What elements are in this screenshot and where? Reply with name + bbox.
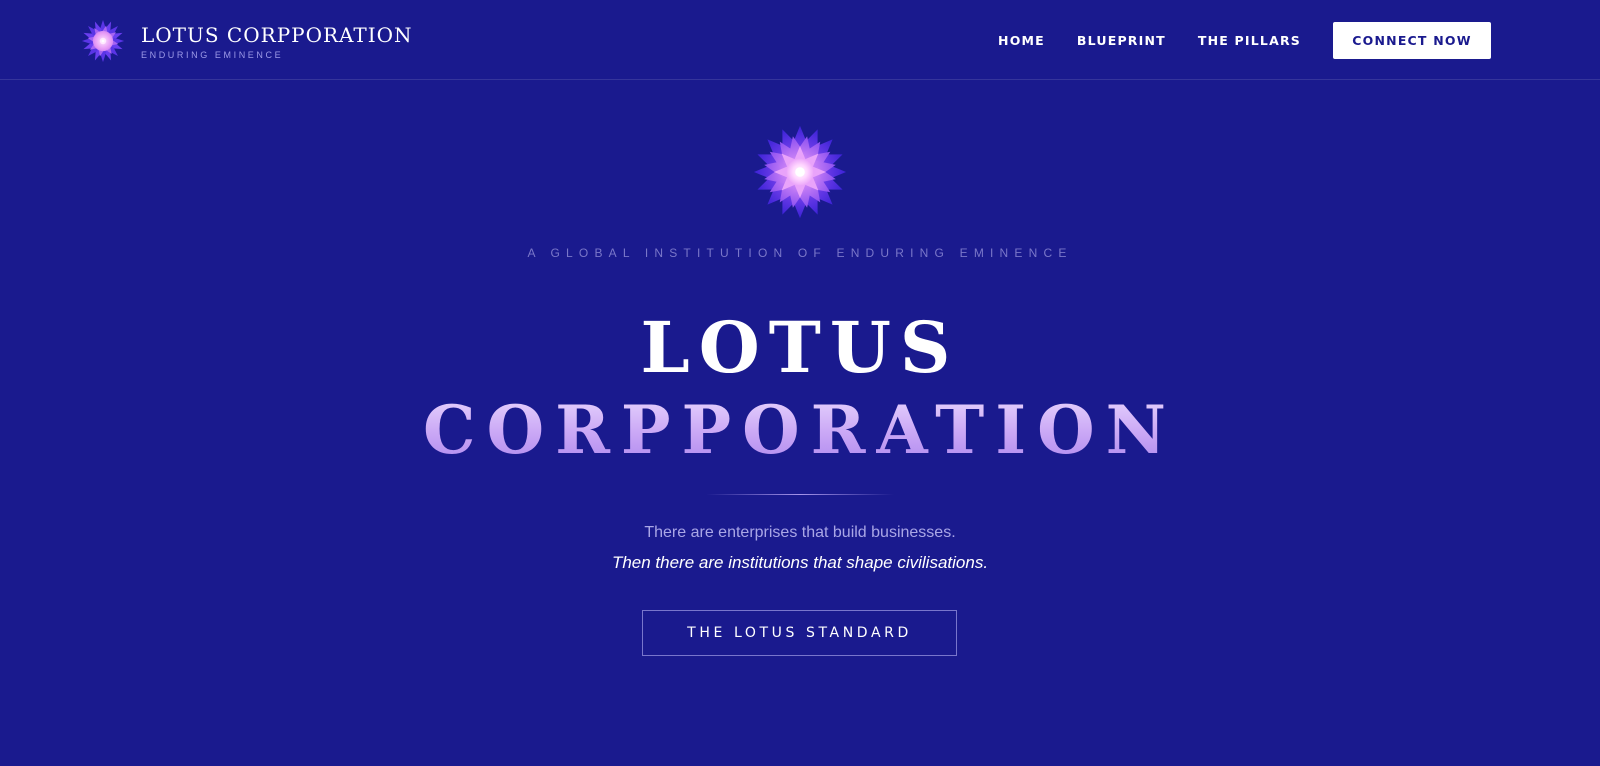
- nav-link-the-pillars[interactable]: THE PILLARS: [1198, 33, 1301, 48]
- hero-lead-1: There are enterprises that build busines…: [644, 524, 956, 541]
- hero-divider: [706, 494, 894, 495]
- hero-eyebrow: A GLOBAL INSTITUTION OF ENDURING EMINENC…: [527, 246, 1073, 260]
- landing-page: LOTUS CORPPORATION ENDURING EMINENCE HOM…: [0, 0, 1600, 766]
- brand-tagline: ENDURING EMINENCE: [141, 49, 284, 60]
- lotus-standard-button[interactable]: THE LOTUS STANDARD: [642, 610, 957, 656]
- nav-link-blueprint[interactable]: BLUEPRINT: [1077, 33, 1166, 48]
- brand-home-link[interactable]: LOTUS CORPPORATION ENDURING EMINENCE: [80, 18, 413, 64]
- nav-link-home[interactable]: HOME: [998, 33, 1045, 48]
- lotus-flower-icon: [753, 125, 847, 219]
- connect-now-button[interactable]: CONNECT NOW: [1333, 22, 1491, 59]
- site-header: LOTUS CORPPORATION ENDURING EMINENCE HOM…: [0, 0, 1600, 80]
- lotus-flower-icon: [81, 19, 125, 63]
- hero-title-line-1: LOTUS: [640, 306, 960, 389]
- main-nav: HOME BLUEPRINT THE PILLARS CONNECT NOW: [998, 22, 1491, 59]
- brand-name: LOTUS CORPPORATION: [141, 22, 413, 47]
- brand-text: LOTUS CORPPORATION ENDURING EMINENCE: [141, 23, 413, 60]
- hero-lead-2: Then there are institutions that shape c…: [611, 553, 989, 572]
- hero-title-line-2: CORPPORATION: [0, 388, 1600, 472]
